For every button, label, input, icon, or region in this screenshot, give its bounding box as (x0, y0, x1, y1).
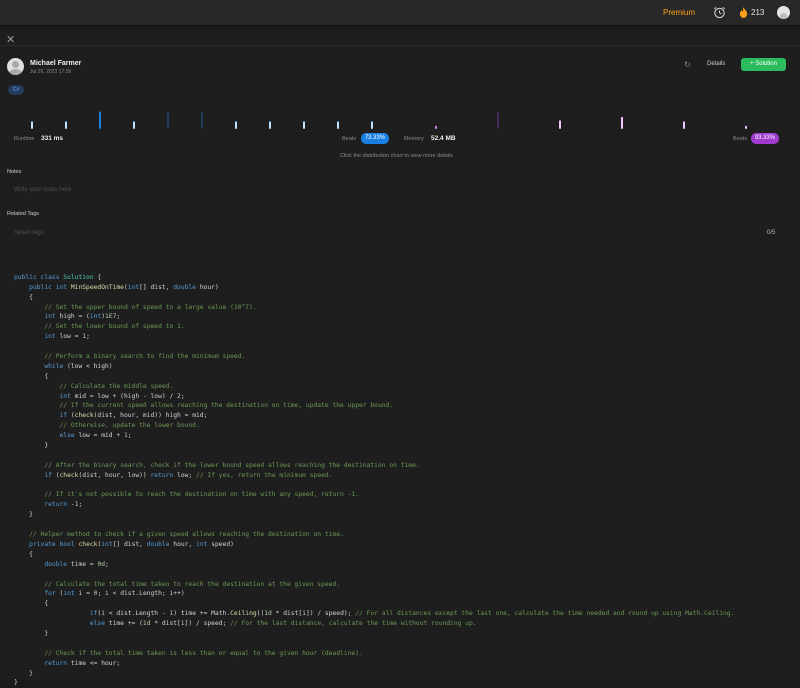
code-line: } (14, 511, 33, 519)
code-line: // Perform a binary search to find the m… (44, 353, 246, 361)
runtime-distribution-bar[interactable] (269, 121, 271, 129)
code-line: } (14, 669, 33, 677)
memory-distribution-bar[interactable] (621, 116, 623, 129)
code-line: for (int i = 0; i < dist.Length; i++) (44, 590, 185, 598)
submission-date: Jul 26, 2023 17:39 (30, 69, 72, 75)
runtime-distribution-bar[interactable] (337, 121, 339, 129)
memory-label: Memory (404, 136, 424, 142)
code-line: // Helper method to check if a given spe… (29, 531, 344, 539)
code-line: if (check(dist, hour, mid)) high = mid; (59, 412, 208, 420)
memory-value: 52.4 MB (431, 135, 456, 142)
runtime-distribution-bar[interactable] (201, 111, 203, 129)
tags-select[interactable]: Select tags (14, 230, 44, 236)
code-line: while (low < high) (44, 362, 113, 370)
code-line: else low = mid + 1; (59, 432, 132, 440)
profile-avatar[interactable] (777, 6, 790, 19)
author-name[interactable]: Michael Farmer (30, 60, 81, 67)
code-line: // Otherwise, update the lower bound. (59, 422, 200, 430)
code-line: int low = 1; (44, 333, 90, 341)
code-line: // Set the lower bound of speed to 1. (44, 323, 185, 331)
alarm-clock-icon[interactable] (713, 6, 726, 19)
code-line: // If it's not possible to reach the des… (44, 491, 360, 499)
runtime-distribution-bar[interactable] (371, 121, 373, 129)
streak-flame-icon[interactable] (739, 7, 748, 18)
code-line: // Check if the total time taken is less… (44, 649, 363, 657)
submission-panel: ✕ Michael Farmer Jul 26, 2023 17:39 ↻ De… (0, 31, 800, 686)
code-line: { (14, 293, 33, 301)
code-line: return -1; (44, 501, 83, 509)
code-line: else time += (1d * dist[i]) / speed; // … (89, 620, 477, 628)
code-block[interactable]: public class Solution { public int MinSp… (14, 263, 800, 688)
divider (0, 45, 800, 46)
runtime-beats-label: Beats (342, 136, 357, 142)
notes-input[interactable]: Write your notes here (14, 187, 71, 193)
language-badge: C# (8, 85, 24, 95)
memory-distribution-bar[interactable] (745, 125, 747, 129)
code-line: public class Solution { (14, 273, 102, 281)
code-line: return time <= hour; (44, 659, 121, 667)
code-line: } (14, 629, 49, 637)
runtime-label: Runtime (14, 136, 35, 142)
related-tags-heading: Related Tags (7, 211, 40, 217)
code-line: { (14, 550, 33, 558)
code-line: // Set the upper bound of speed to a lar… (44, 303, 257, 311)
memory-distribution-bar[interactable] (559, 120, 561, 129)
code-line: { (14, 600, 49, 608)
runtime-beats-badge: 73.33% (361, 133, 389, 144)
memory-distribution-bar[interactable] (683, 121, 685, 129)
code-line: public int MinSpeedOnTime(int[] dist, do… (29, 283, 219, 291)
memory-distribution-bar[interactable] (435, 125, 437, 129)
details-button[interactable]: Details (707, 61, 725, 67)
add-solution-button[interactable]: + Solution (741, 58, 786, 71)
runtime-value: 331 ms (41, 135, 64, 142)
code-line: int high = (int)1E7; (44, 313, 121, 321)
memory-beats-label: Beats (733, 136, 748, 142)
code-line: // Calculate the total time taken to rea… (44, 580, 341, 588)
code-line: private bool check(int[] dist, double ho… (29, 540, 234, 548)
runtime-distribution-bar[interactable] (31, 121, 33, 129)
runtime-distribution-bar[interactable] (65, 121, 67, 129)
memory-distribution-bar[interactable] (497, 111, 499, 129)
runtime-distribution-bar[interactable] (133, 121, 135, 129)
streak-count[interactable]: 213 (751, 8, 764, 17)
runtime-distribution-bar[interactable] (167, 111, 169, 129)
runtime-distribution-bar[interactable] (235, 121, 237, 129)
author-avatar[interactable] (7, 58, 24, 75)
notes-heading: Notes (7, 169, 22, 175)
runtime-distribution-bar[interactable] (99, 111, 101, 129)
code-line: // Calculate the middle speed. (59, 382, 174, 390)
code-line: double time = 0d; (44, 560, 109, 568)
code-line: } (14, 442, 49, 450)
code-line: if(i < dist.Length - 1) time += Math.Cei… (89, 610, 735, 618)
refresh-icon[interactable]: ↻ (684, 60, 691, 69)
distribution-chart[interactable] (0, 103, 800, 133)
tags-count: 0/5 (767, 230, 776, 236)
code-line: if (check(dist, hour, low)) return low; … (44, 471, 333, 479)
code-line: // If the current speed allows reaching … (59, 402, 394, 410)
top-navbar: Premium 213 (0, 0, 800, 26)
runtime-distribution-bar[interactable] (303, 121, 305, 129)
chart-hint: Click the distribution chart to view mor… (339, 153, 454, 159)
memory-beats-badge: 93.33% (751, 133, 779, 144)
code-line: { (14, 372, 49, 380)
code-line: // After the binary search, check if the… (44, 461, 420, 469)
premium-link[interactable]: Premium (663, 8, 695, 17)
code-line: int mid = low + (high - low) / 2; (59, 392, 185, 400)
